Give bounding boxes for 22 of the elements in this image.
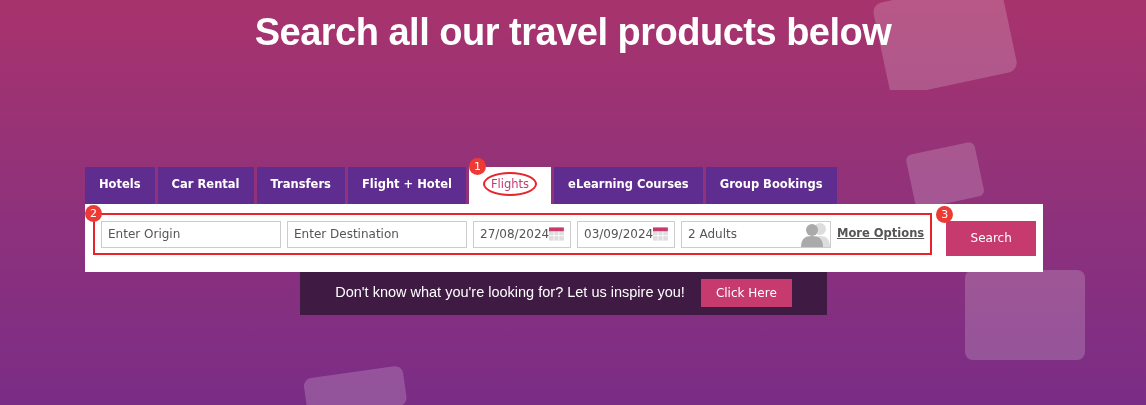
page-heading: Search all our travel products below [254, 10, 892, 55]
search-button[interactable]: Search [946, 220, 1037, 256]
tab[interactable]: eLearning Courses [554, 166, 703, 204]
click-here-button[interactable]: Click Here [700, 279, 792, 308]
tab[interactable]: Car Rental [157, 166, 254, 204]
people-icon [798, 221, 830, 248]
more-options-link[interactable]: More Options [837, 224, 925, 243]
text-field[interactable]: Enter Destination [287, 220, 467, 248]
date-field[interactable]: 03/09/2024 [577, 220, 675, 248]
calendar-icon [653, 226, 668, 243]
tab[interactable]: Group Bookings [705, 166, 837, 204]
callout-number: 2 [85, 204, 102, 222]
text-field[interactable]: Enter Origin [101, 220, 281, 248]
inspire-text: Don't know what you're looking for? Let us inspire you! [335, 283, 685, 303]
tab[interactable]: Flight + Hotel [347, 166, 466, 204]
guests-field[interactable]: 2 Adults [681, 220, 831, 248]
callout-number: 1 [469, 157, 486, 175]
tab[interactable]: Hotels [85, 166, 155, 204]
calendar-icon [549, 226, 564, 243]
tab[interactable]: Transfers [256, 166, 345, 204]
callout-number: 3 [936, 205, 954, 223]
date-field[interactable]: 27/08/2024 [473, 220, 571, 248]
